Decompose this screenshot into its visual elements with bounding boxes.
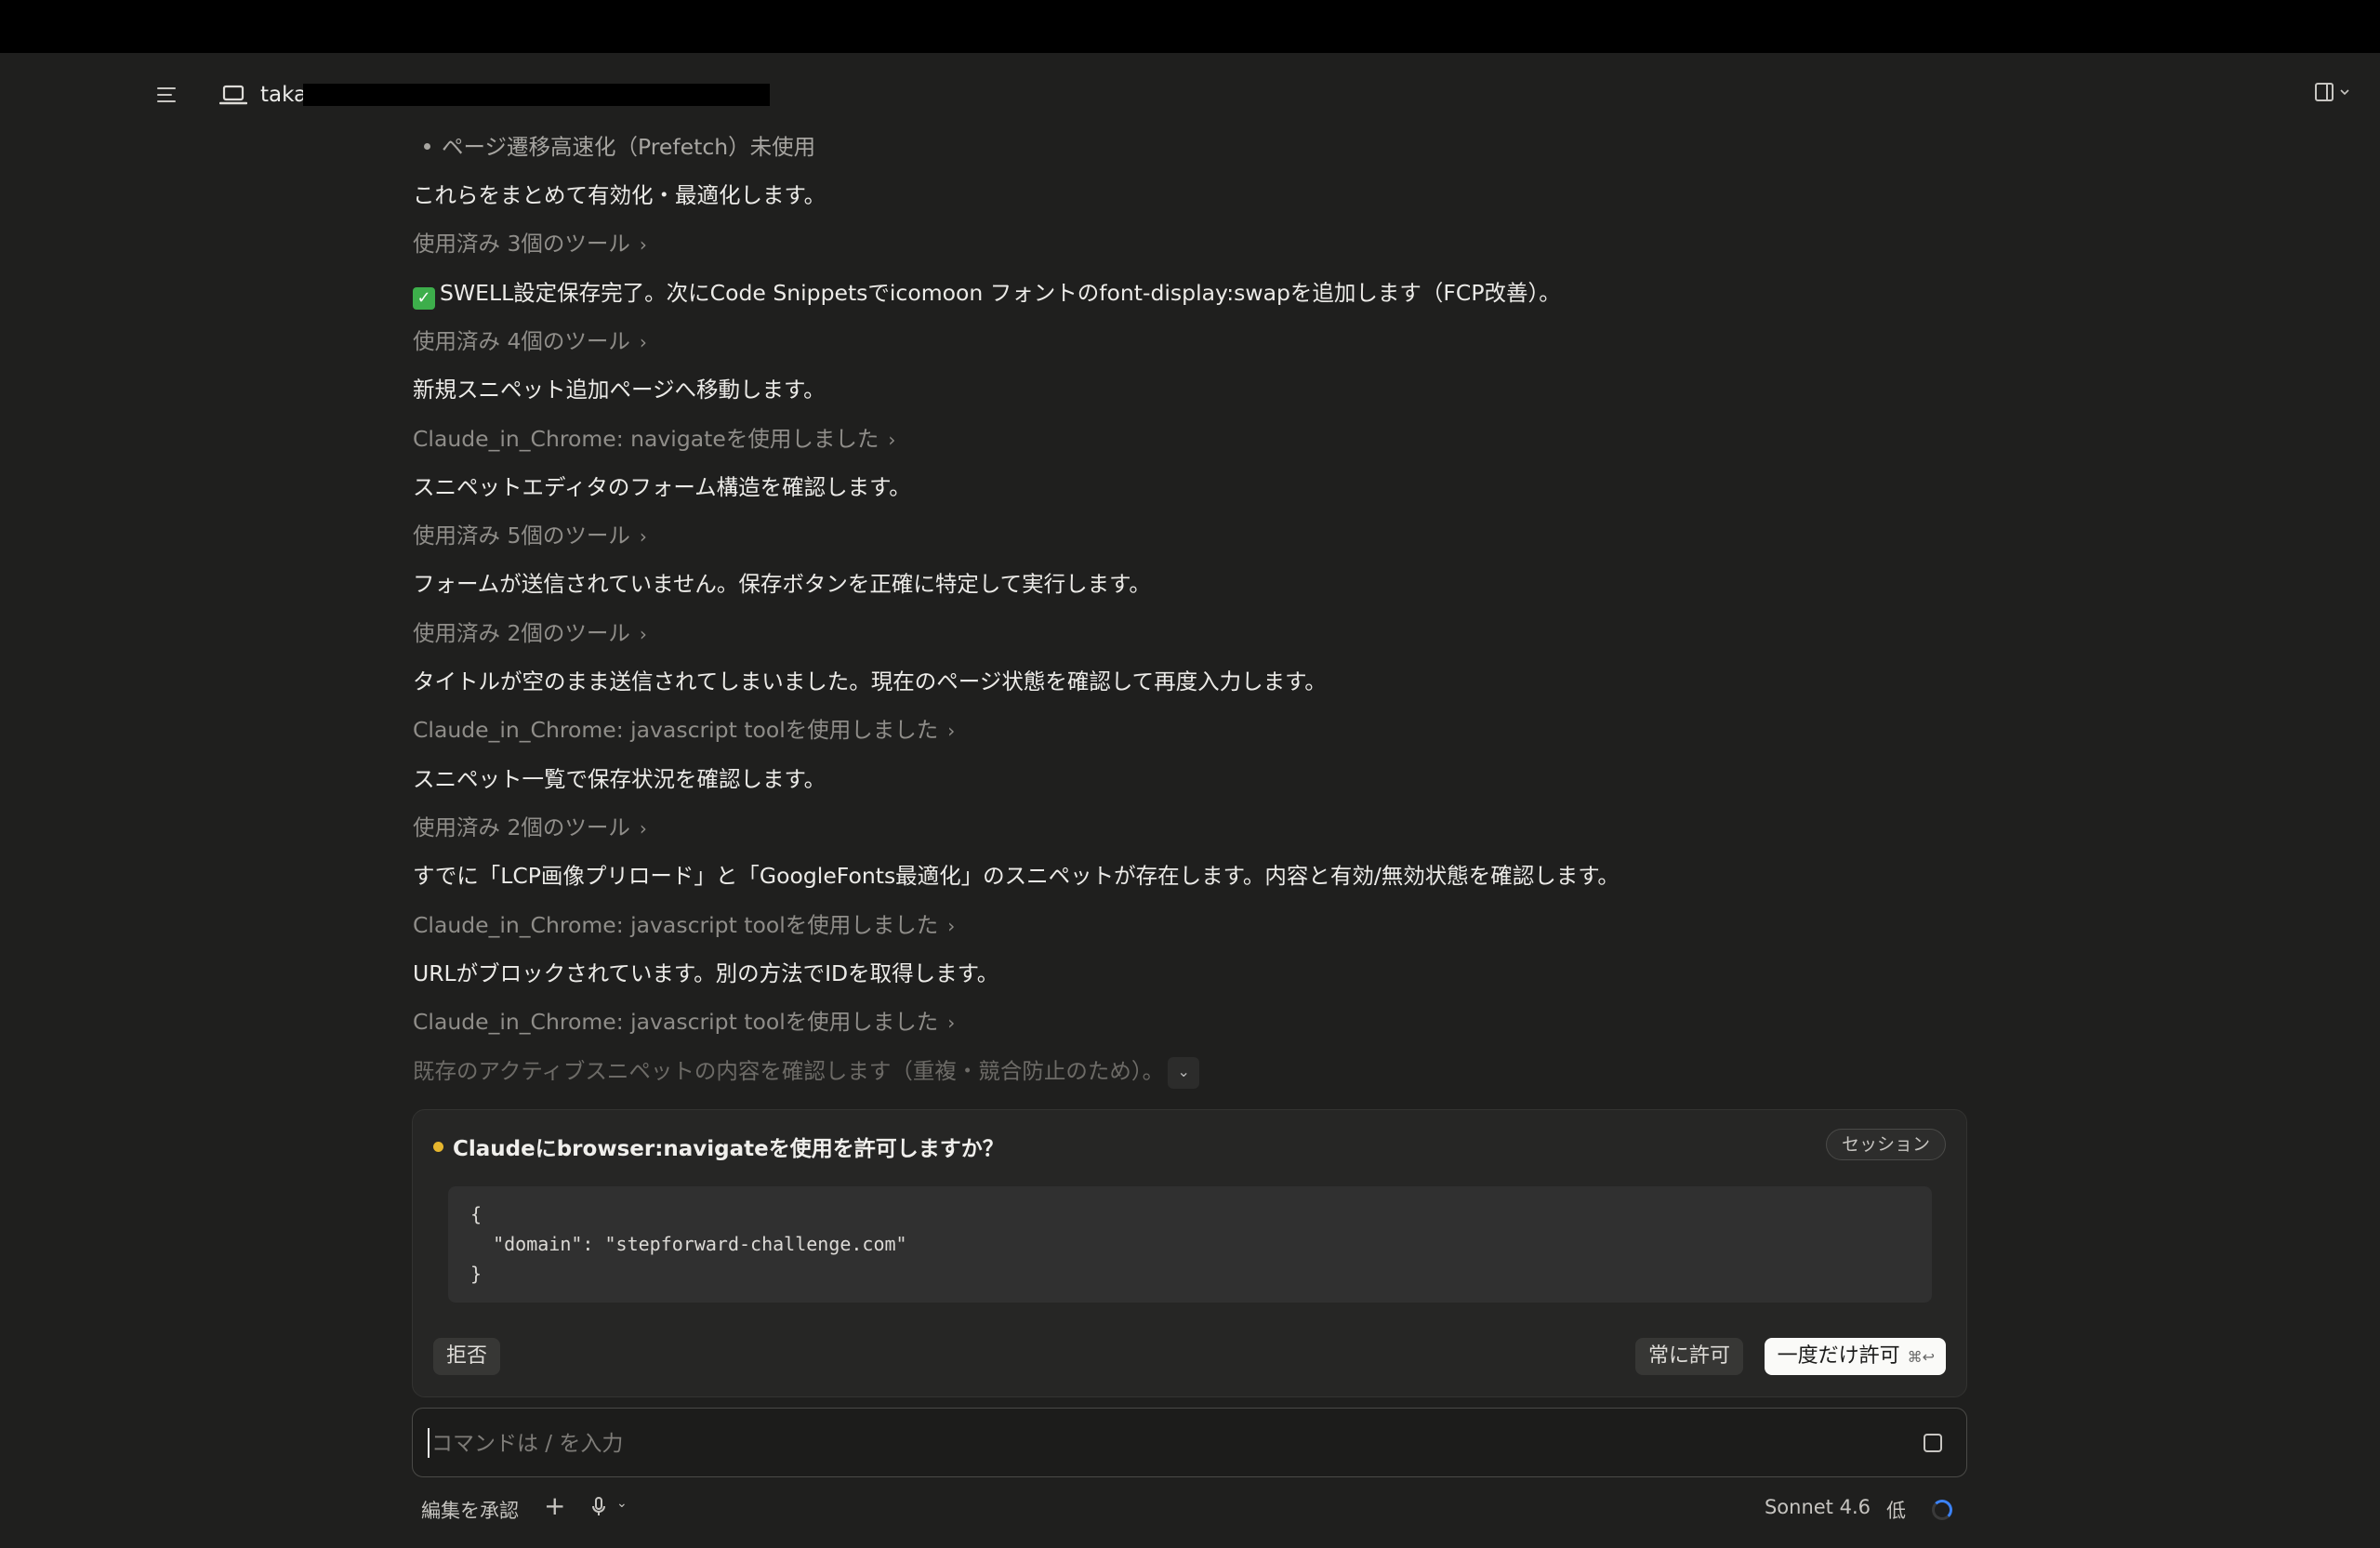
assistant-message: URLがブロックされています。別の方法でIDを取得します。 [413, 960, 999, 986]
redaction-bar [303, 84, 770, 106]
top-bar [0, 0, 2380, 53]
chevron-right-icon: › [639, 817, 647, 840]
pending-status-dot [433, 1141, 443, 1152]
message-text: 既存のアクティブスニペットの内容を確認します（重複・競合防止のため）。 [413, 1058, 1165, 1084]
tool-summary-text: 使用済み 5個のツール [413, 523, 630, 549]
input-footer: 編集を承認 + ⌄ Sonnet 4.6 低 [412, 1490, 1967, 1529]
command-input[interactable]: コマンドは / を入力 [412, 1408, 1967, 1477]
chevron-right-icon: › [947, 915, 956, 937]
input-placeholder: コマンドは / を入力 [431, 1432, 624, 1456]
tool-call-link[interactable]: Claude_in_Chrome: javascript toolを使用しました… [413, 1005, 955, 1039]
chevron-right-icon: › [639, 233, 647, 256]
tool-call-text: Claude_in_Chrome: navigateを使用しました [413, 426, 879, 452]
list-item: ページ遷移高速化（Prefetch）未使用 [413, 130, 815, 164]
tool-call-link[interactable]: Claude_in_Chrome: javascript toolを使用しました… [413, 713, 955, 748]
chevron-right-icon: › [639, 623, 647, 645]
tool-call-link[interactable]: Claude_in_Chrome: navigateを使用しました › [413, 422, 895, 456]
assistant-message: スニペット一覧で保存状況を確認します。 [413, 766, 826, 792]
shortcut-hint: ⌘↩ [1907, 1348, 1935, 1366]
chevron-down-icon [2340, 89, 2349, 96]
assistant-message: すでに「LCP画像プリロード」と「GoogleFonts最適化」のスニペットが存… [413, 863, 1620, 889]
panel-toggle-button[interactable] [2313, 81, 2350, 103]
tool-summary-text: 使用済み 3個のツール [413, 231, 630, 257]
chevron-right-icon: › [888, 429, 896, 451]
assistant-message: タイトルが空のまま送信されてしまいました。現在のページ状態を確認して再度入力しま… [413, 668, 1327, 695]
chevron-right-icon: › [947, 720, 956, 742]
tool-call-text: Claude_in_Chrome: javascript toolを使用しました [413, 1009, 939, 1035]
permission-dialog: Claudeにbrowser:navigateを使用を許可しますか？ セッション… [412, 1109, 1967, 1397]
tool-call-text: Claude_in_Chrome: javascript toolを使用しました [413, 912, 939, 938]
tool-summary-text: 使用済み 4個のツール [413, 328, 630, 354]
check-mark-icon: ✓ [413, 287, 435, 310]
stop-icon[interactable] [1924, 1434, 1942, 1452]
header: taka [0, 53, 2380, 132]
side-panel-icon [2315, 83, 2334, 101]
microphone-icon[interactable] [588, 1496, 609, 1518]
assistant-message: ✓ SWELL設定保存完了。次にCode Snippetsでicomoon フォン… [413, 276, 1561, 310]
tool-summary-link[interactable]: 使用済み 2個のツール › [413, 811, 647, 845]
device-selector[interactable]: taka [219, 79, 307, 111]
tool-summary-text: 使用済み 2個のツール [413, 620, 630, 646]
bullet-dot [424, 143, 430, 150]
permission-code-block: { "domain": "stepforward-challenge.com" … [448, 1186, 1932, 1303]
plus-icon[interactable]: + [544, 1490, 565, 1521]
permission-title-text: Claudeにbrowser:navigateを使用を許可しますか？ [453, 1137, 1004, 1161]
deny-button[interactable]: 拒否 [433, 1338, 501, 1375]
streaming-message: 既存のアクティブスニペットの内容を確認します（重複・競合防止のため）。 ⌄ [413, 1054, 1200, 1089]
tool-summary-link[interactable]: 使用済み 4個のツール › [413, 324, 647, 359]
assistant-message: フォームが送信されていません。保存ボタンを正確に特定して実行します。 [413, 571, 1151, 597]
list-item-text: ページ遷移高速化（Prefetch）未使用 [442, 134, 816, 160]
tool-summary-link[interactable]: 使用済み 5個のツール › [413, 519, 647, 553]
chevron-right-icon: › [947, 1012, 956, 1034]
device-name: taka [260, 83, 308, 107]
permission-title: Claudeにbrowser:navigateを使用を許可しますか？ [433, 1131, 1004, 1162]
tool-call-text: Claude_in_Chrome: javascript toolを使用しました [413, 717, 939, 743]
always-allow-button[interactable]: 常に許可 [1634, 1338, 1743, 1375]
tool-summary-text: 使用済み 2個のツール [413, 814, 630, 840]
accept-edits-button[interactable]: 編集を承認 [421, 1496, 519, 1524]
sidebar-menu-icon[interactable] [156, 85, 178, 105]
laptop-icon [219, 85, 247, 105]
expand-chevron-down-icon[interactable]: ⌄ [1168, 1056, 1200, 1089]
model-selector[interactable]: Sonnet 4.6 [1765, 1496, 1871, 1518]
session-badge[interactable]: セッション [1825, 1129, 1946, 1160]
tool-summary-link[interactable]: 使用済み 2個のツール › [413, 616, 647, 651]
chevron-right-icon: › [639, 525, 647, 548]
allow-once-button[interactable]: 一度だけ許可 ⌘↩ [1764, 1338, 1946, 1375]
tool-call-link[interactable]: Claude_in_Chrome: javascript toolを使用しました… [413, 908, 955, 943]
assistant-message: これらをまとめて有効化・最適化します。 [413, 182, 826, 208]
allow-once-label: 一度だけ許可 [1777, 1344, 1900, 1368]
tool-summary-link[interactable]: 使用済み 3個のツール › [413, 227, 647, 261]
message-text: SWELL設定保存完了。次にCode Snippetsでicomoon フォント… [440, 280, 1561, 306]
effort-selector[interactable]: 低 [1886, 1496, 1906, 1524]
text-caret [428, 1428, 430, 1458]
assistant-message: スニペットエディタのフォーム構造を確認します。 [413, 474, 911, 500]
mic-chevron-down-icon[interactable]: ⌄ [616, 1496, 628, 1511]
chevron-right-icon: › [639, 331, 647, 353]
assistant-message: 新規スニペット追加ページへ移動します。 [413, 377, 826, 403]
loading-spinner-icon [1932, 1500, 1952, 1520]
